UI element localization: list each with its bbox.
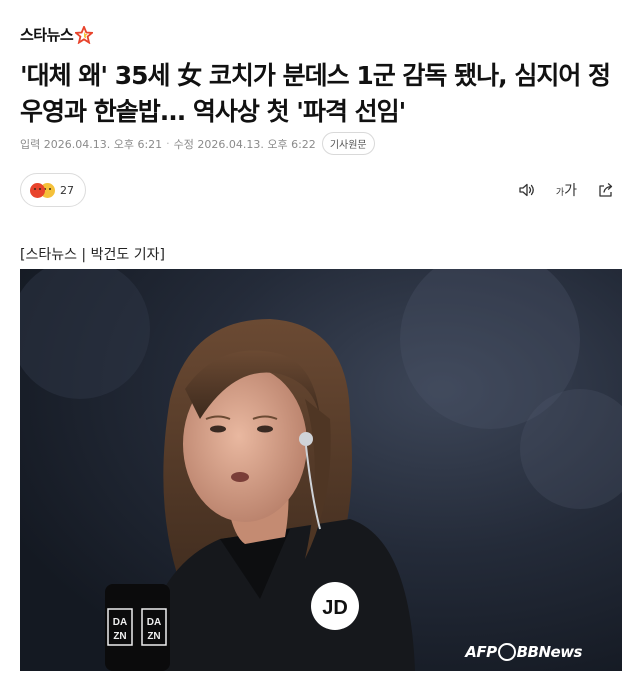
speaker-icon — [519, 183, 534, 197]
font-size-small-label: 가 — [555, 188, 565, 198]
photo-watermark: AFP BBNews — [465, 643, 583, 661]
listen-button[interactable] — [518, 181, 536, 199]
mic-text-4: ZN — [147, 631, 160, 642]
brand-name: 스타뉴스 — [20, 26, 74, 44]
article-title: '대체 왜' 35세 女 코치가 분데스 1군 감독 됐나, 심지어 정우영과 … — [20, 61, 611, 126]
font-size-icon: 가가 — [556, 180, 577, 200]
article-photo: JD DA ZN DA ZN AFP BBNews — [20, 269, 622, 671]
original-article-button[interactable]: 기사원문 — [321, 132, 375, 155]
watermark-afp: AFP — [465, 643, 497, 661]
modified-date: 수정 2026.04.13. 오후 6:22 — [173, 137, 316, 151]
font-size-button[interactable]: 가가 — [556, 180, 577, 200]
share-button[interactable] — [597, 181, 615, 199]
article-meta: 입력 2026.04.13. 오후 6:21 · 수정 2026.04.13. … — [20, 132, 375, 155]
photo-illustration: JD DA ZN DA ZN — [20, 269, 622, 671]
watermark-ball-icon — [497, 643, 516, 661]
article-tools: 가가 — [518, 180, 615, 200]
jacket-logo: JD — [322, 597, 348, 619]
angry-emoji-icon — [30, 182, 45, 198]
font-size-big-label: 가 — [564, 183, 577, 199]
star-logo-icon — [75, 25, 94, 44]
mic-text-1: DA — [113, 617, 127, 628]
mic-text-2: ZN — [113, 631, 126, 642]
reporter-credit: [스타뉴스 | 박건도 기자] — [20, 247, 165, 263]
reaction-button[interactable]: 27 — [20, 173, 86, 207]
mic-text-3: DA — [147, 617, 161, 628]
watermark-bbnews: BBNews — [516, 643, 583, 661]
brand-logo[interactable]: 스타뉴스 — [20, 24, 94, 45]
share-icon — [599, 183, 613, 197]
reaction-count: 27 — [60, 183, 74, 197]
meta-separator: · — [166, 137, 170, 150]
published-date: 입력 2026.04.13. 오후 6:21 — [20, 137, 163, 151]
